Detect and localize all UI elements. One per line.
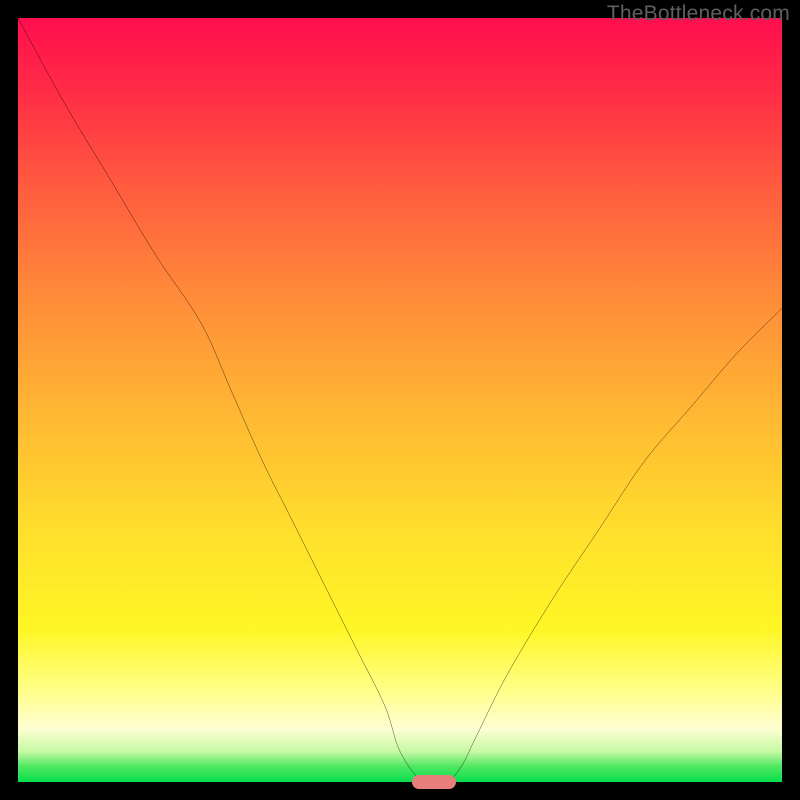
valley-marker [412, 775, 456, 789]
curve-path [18, 18, 782, 782]
watermark-text: TheBottleneck.com [607, 2, 790, 26]
bottleneck-curve [18, 18, 782, 782]
chart-frame: TheBottleneck.com [0, 0, 800, 800]
plot-area [18, 18, 782, 782]
